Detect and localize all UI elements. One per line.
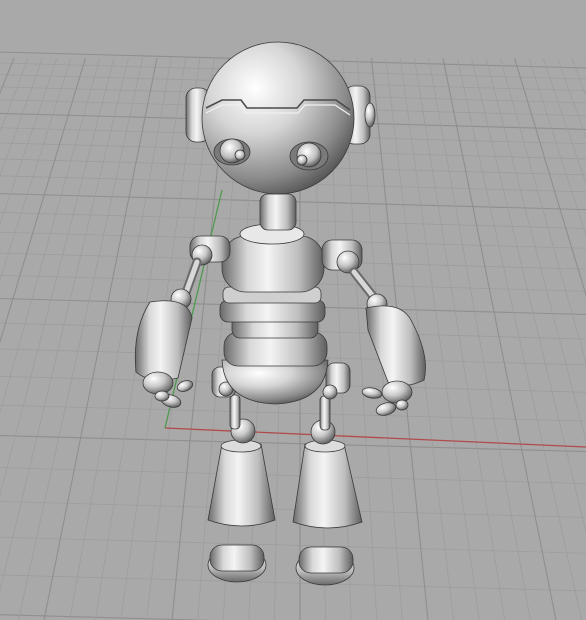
right-eye xyxy=(289,141,329,171)
left-eye xyxy=(213,138,251,166)
right-thigh-rod[interactable] xyxy=(319,395,331,431)
right-foot[interactable] xyxy=(295,546,355,586)
left-thigh-rod[interactable] xyxy=(229,394,241,430)
perspective-viewport[interactable] xyxy=(0,0,586,620)
left-foot[interactable] xyxy=(207,544,267,583)
torso[interactable] xyxy=(219,223,328,367)
neck[interactable] xyxy=(259,193,297,231)
viewport-canvas[interactable] xyxy=(0,0,586,620)
